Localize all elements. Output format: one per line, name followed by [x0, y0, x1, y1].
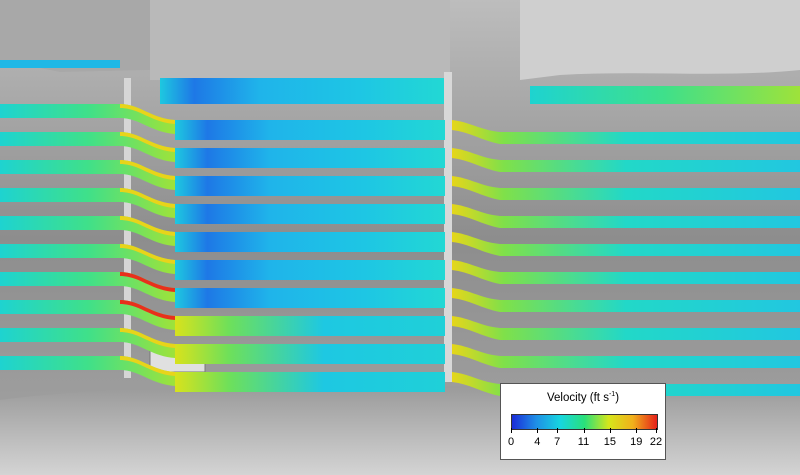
upper-left-strip	[0, 60, 120, 68]
velocity-visualization	[0, 0, 800, 475]
legend-tick	[636, 428, 638, 433]
pool-band	[175, 176, 445, 196]
legend-tick	[511, 428, 512, 433]
upper-right-bank	[520, 0, 800, 80]
upper-pool-strip	[160, 78, 444, 104]
pool-band	[175, 232, 445, 252]
lower-bank	[0, 386, 800, 475]
pool-band	[175, 148, 445, 168]
legend-tick-label: 11	[577, 436, 590, 448]
legend-tick	[537, 428, 539, 433]
legend-title-prefix: Velocity (ft s	[546, 391, 609, 404]
legend-title: Velocity (ft s-1)	[501, 391, 665, 404]
legend-tick	[656, 428, 657, 433]
legend-tick-label: 19	[630, 436, 643, 448]
pool-band	[175, 204, 445, 224]
pool-band	[175, 344, 445, 364]
upper-downstream-strip	[530, 86, 800, 104]
legend-tick-label: 0	[507, 436, 515, 448]
pier-right	[444, 72, 452, 382]
legend-tick-label: 15	[603, 436, 616, 448]
legend-tick	[583, 428, 585, 433]
legend-title-suffix: )	[615, 391, 620, 404]
pool-band	[175, 372, 445, 392]
spillway-apron	[150, 0, 450, 80]
velocity-legend: Velocity (ft s-1) 0 4 7 11 15 19 22	[500, 383, 666, 460]
pool-band	[175, 288, 445, 308]
pool-band	[175, 316, 445, 336]
legend-tick	[557, 428, 559, 433]
legend-tick-label: 22	[649, 436, 663, 448]
legend-tick	[609, 428, 611, 433]
legend-tick-label: 7	[554, 436, 561, 448]
pool-band	[175, 120, 445, 140]
legend-tick-label: 4	[534, 436, 541, 448]
pool-band	[175, 260, 445, 280]
